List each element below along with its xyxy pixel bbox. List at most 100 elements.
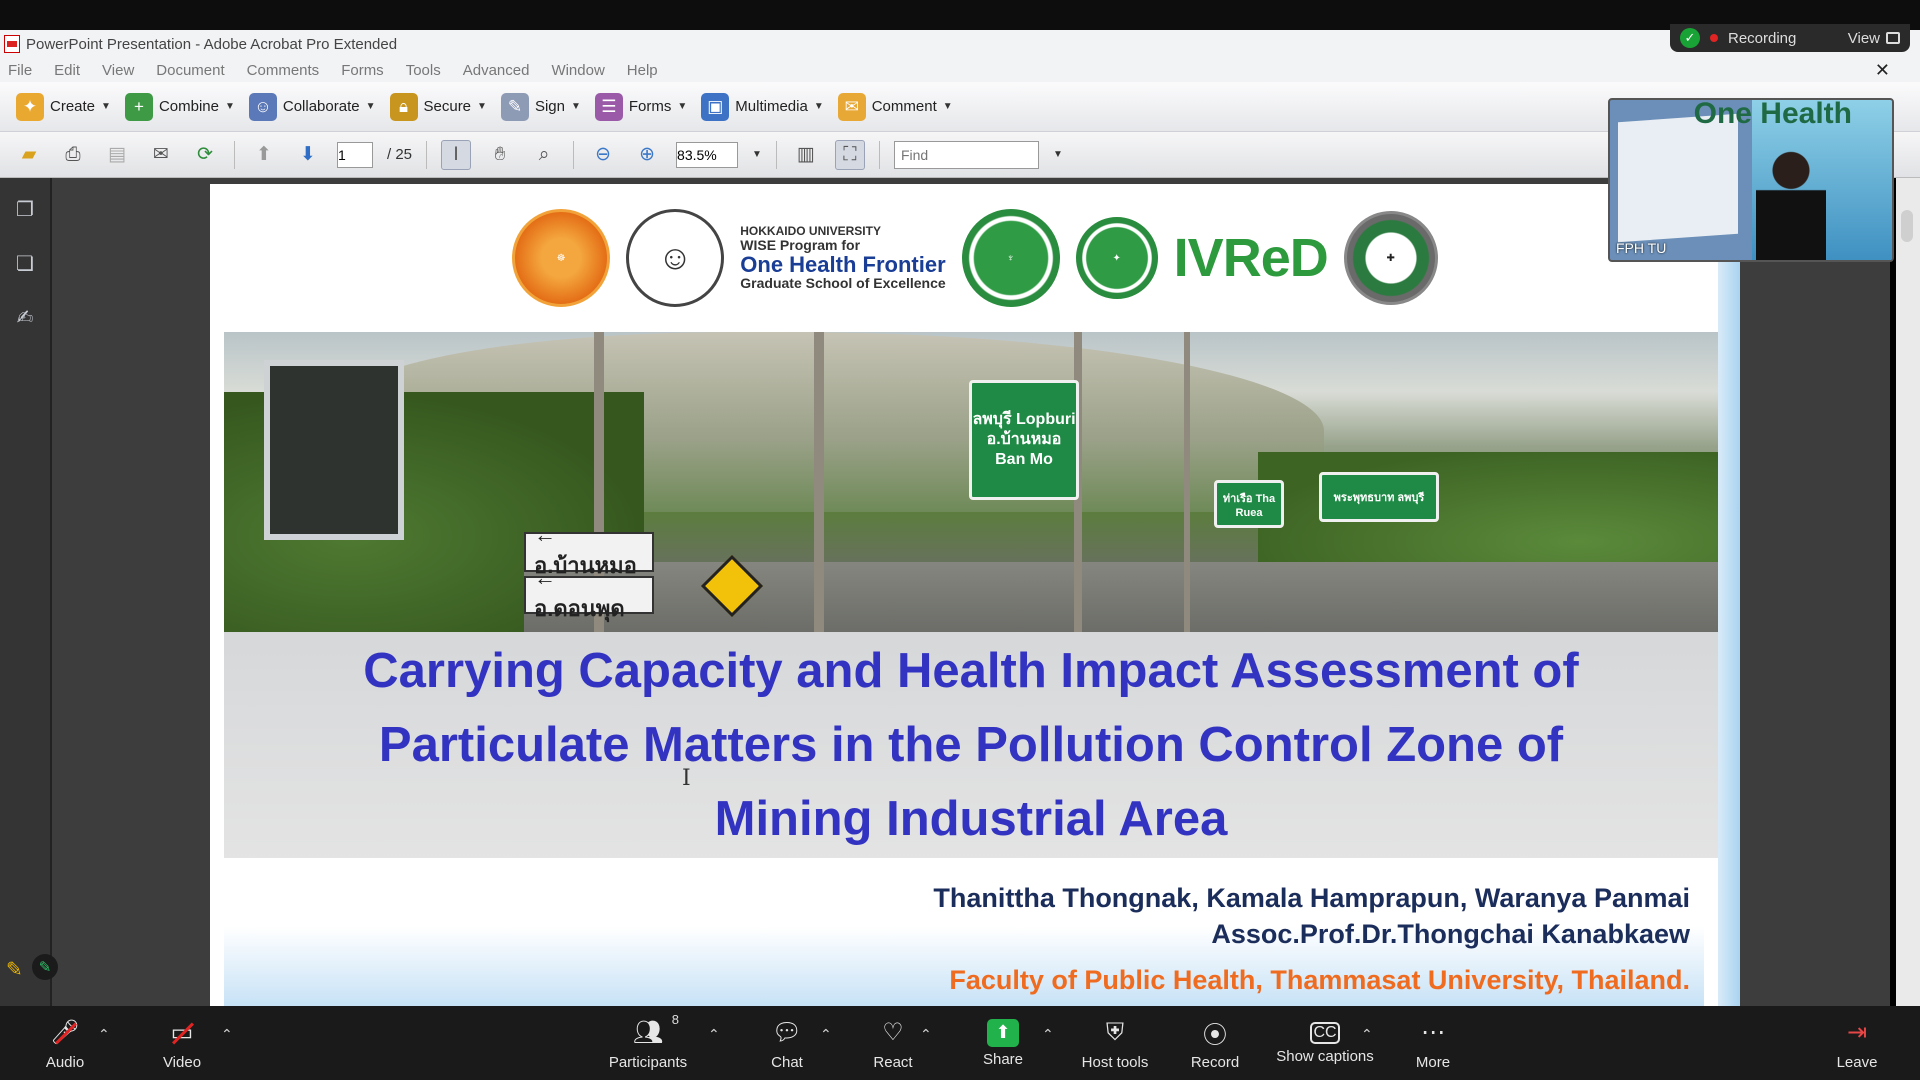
forms-button[interactable]: ☰ Forms ▼ <box>594 92 688 121</box>
scrollbar-thumb[interactable] <box>1901 210 1913 242</box>
video-options-chevron-icon[interactable]: ⌃ <box>221 1026 233 1043</box>
multimedia-button[interactable]: ▣ Multimedia ▼ <box>701 92 824 121</box>
total-pages: / 25 <box>387 146 413 163</box>
share-options-chevron-icon[interactable]: ⌃ <box>1042 1026 1054 1043</box>
chevron-down-icon: ▼ <box>677 101 688 112</box>
menu-document[interactable]: Document <box>156 62 224 79</box>
chat-button[interactable]: 💬︎ Chat <box>762 1006 812 1080</box>
marquee-zoom-icon[interactable]: ⌕ <box>529 140 559 170</box>
combine-button[interactable]: + Combine ▼ <box>124 92 235 121</box>
authors-line-2: Assoc.Prof.Dr.Thongchai Kanabkaew <box>1211 919 1690 949</box>
page-number-input[interactable] <box>337 141 373 168</box>
road-sign-don-phut: ← อ.ดอนพุด <box>524 565 654 621</box>
host-tools-button[interactable]: ⛨ Host tools <box>1078 1006 1152 1080</box>
road-sign-tha-ruea: ท่าเรือ Tha Ruea <box>1214 480 1284 528</box>
find-input[interactable] <box>893 140 1039 169</box>
record-button[interactable]: ⦿ Record <box>1188 1006 1242 1080</box>
zoom-level-input[interactable] <box>676 141 739 168</box>
leave-button[interactable]: ⇥ Leave <box>1832 1006 1882 1080</box>
banner-text: One Health <box>1693 98 1852 130</box>
utility-pole <box>814 332 824 632</box>
annotate-pen-icon[interactable]: ✎ <box>32 954 58 980</box>
more-button[interactable]: ⋯ More <box>1408 1006 1458 1080</box>
ivred-logo: IVReD <box>1173 228 1329 288</box>
previous-page-icon[interactable]: ⬆ <box>249 140 279 170</box>
menu-advanced[interactable]: Advanced <box>463 62 530 79</box>
shield-check-icon: ✓ <box>1680 28 1700 48</box>
secure-button[interactable]: 🔒︎ Secure ▼ <box>389 92 487 121</box>
menu-bar: File Edit View Document Comments Forms T… <box>0 58 1920 82</box>
recording-label: Recording <box>1728 29 1797 47</box>
attachments-panel-icon[interactable]: ❏ <box>12 250 38 276</box>
combine-label: Combine <box>158 98 219 115</box>
highlighter-icon[interactable]: ✎ <box>6 957 26 981</box>
captions-options-chevron-icon[interactable]: ⌃ <box>1361 1026 1373 1043</box>
participants-button[interactable]: 👥︎ 8 Participants <box>598 1006 698 1080</box>
sign-button[interactable]: ✎ Sign ▼ <box>500 92 581 121</box>
react-options-chevron-icon[interactable]: ⌃ <box>920 1026 932 1043</box>
signatures-panel-icon[interactable]: ✍ <box>12 304 38 330</box>
menu-forms[interactable]: Forms <box>341 62 384 79</box>
audio-button[interactable]: 🎤︎ Audio <box>40 1006 90 1080</box>
thammasat-university-logo: ☸ <box>512 209 611 307</box>
menu-help[interactable]: Help <box>627 62 658 79</box>
comment-button[interactable]: ✉ Comment ▼ <box>837 92 953 121</box>
meeting-controls-bar: 🎤︎ Audio ⌃ ▭ Video ⌃ 👥︎ 8 Participants ⌃ … <box>0 1006 1920 1080</box>
close-document-icon[interactable]: ✕ <box>1875 60 1890 81</box>
view-button[interactable]: View <box>1848 30 1900 47</box>
recording-indicator[interactable]: ✓ Recording View <box>1670 24 1910 52</box>
menu-window[interactable]: Window <box>551 62 604 79</box>
upload-icon[interactable]: ⟳ <box>190 140 220 170</box>
save-icon[interactable]: ▤ <box>102 140 132 170</box>
menu-view[interactable]: View <box>102 62 134 79</box>
select-tool-icon[interactable]: I <box>441 139 472 170</box>
window-title: PowerPoint Presentation - Adobe Acrobat … <box>26 35 398 53</box>
multimedia-icon: ▣ <box>701 92 730 121</box>
speaker-video-thumbnail[interactable]: One Health FPH TU <box>1608 98 1894 262</box>
find-dropdown-icon[interactable]: ▼ <box>1053 149 1063 160</box>
shield-icon: ⛨ <box>1106 1018 1124 1046</box>
collaborate-button[interactable]: ☺ Collaborate ▼ <box>248 92 376 121</box>
vertical-scrollbar[interactable] <box>1896 178 1920 1006</box>
grid-view-icon <box>1886 32 1900 44</box>
fit-page-icon[interactable]: ⛶ <box>834 139 865 170</box>
create-button[interactable]: ✦ Create ▼ <box>16 92 111 121</box>
zoom-out-icon[interactable]: ⊖ <box>588 140 618 170</box>
hand-tool-icon[interactable]: ✋︎ <box>485 140 515 170</box>
menu-tools[interactable]: Tools <box>406 62 441 79</box>
email-icon[interactable]: ✉ <box>146 140 176 170</box>
audio-options-chevron-icon[interactable]: ⌃ <box>98 1026 110 1043</box>
show-captions-button[interactable]: CC Show captions <box>1272 1006 1378 1080</box>
toolbar-separator <box>878 140 880 169</box>
pages-panel-icon[interactable]: ❐ <box>12 196 38 222</box>
chat-icon: 💬︎ <box>771 1019 803 1046</box>
window-titlebar: PowerPoint Presentation - Adobe Acrobat … <box>0 30 1920 58</box>
secure-label: Secure <box>423 98 472 115</box>
zoom-in-icon[interactable]: ⊕ <box>632 140 662 170</box>
leave-label: Leave <box>1836 1053 1878 1071</box>
scrolling-mode-icon[interactable]: ▥ <box>791 140 821 170</box>
street-photo: ลพบุรี Lopburi อ.บ้านหมอ Ban Mo ท่าเรือ … <box>224 332 1718 632</box>
collaborate-icon: ☺ <box>248 92 277 121</box>
next-page-icon[interactable]: ⬇ <box>293 140 323 170</box>
hokkaido-wise-logo: HOKKAIDO UNIVERSITY WISE Program for One… <box>740 225 945 290</box>
menu-edit[interactable]: Edit <box>54 62 80 79</box>
zoom-dropdown-icon[interactable]: ▼ <box>752 149 762 160</box>
road-sign-lopburi: ลพบุรี Lopburi อ.บ้านหมอ Ban Mo <box>969 380 1079 500</box>
create-icon: ✦ <box>16 92 44 121</box>
chevron-down-icon: ▼ <box>813 101 824 112</box>
react-button[interactable]: ♡ React <box>868 1006 918 1080</box>
participant-name: FPH TU <box>1616 240 1667 256</box>
open-folder-icon[interactable]: ▰ <box>14 140 44 170</box>
authors-block: Thanittha Thongnak, Kamala Hamprapun, Wa… <box>224 874 1704 1006</box>
print-icon[interactable]: ⎙ <box>58 140 88 170</box>
text-cursor-icon: I <box>682 766 691 791</box>
menu-file[interactable]: File <box>8 62 32 79</box>
chat-options-chevron-icon[interactable]: ⌃ <box>820 1026 832 1043</box>
chevron-down-icon: ▼ <box>570 101 581 112</box>
participants-options-chevron-icon[interactable]: ⌃ <box>708 1026 720 1043</box>
menu-comments[interactable]: Comments <box>247 62 320 79</box>
share-button[interactable]: ⬆ Share <box>978 1006 1028 1080</box>
video-button[interactable]: ▭ Video <box>152 1006 212 1080</box>
audio-label: Audio <box>45 1053 85 1071</box>
